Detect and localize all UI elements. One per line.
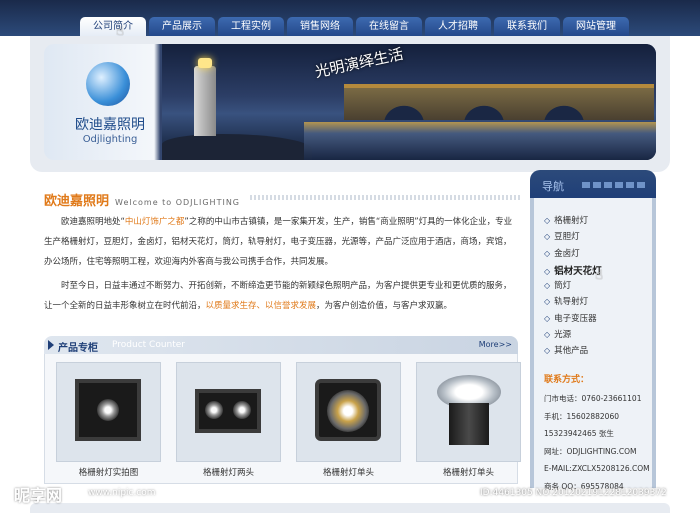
diamond-bullet-icon: ◇ — [544, 346, 551, 356]
banner: 欧迪嘉照明 Odjlighting 光明演绎生活 — [44, 44, 656, 160]
contact-mobile: 手机：15602882060 — [544, 411, 619, 421]
tab-company-profile[interactable]: 公司简介 — [80, 17, 146, 36]
product-card[interactable]: 格栅射灯单头 — [296, 362, 401, 478]
sidebar-item[interactable]: ◇ 筒灯 — [544, 279, 644, 295]
intro-divider — [250, 195, 520, 200]
logo-bulb-icon — [86, 62, 130, 106]
lighthouse-light — [198, 58, 212, 68]
lamp-icon — [195, 389, 261, 433]
downlight-body-icon — [449, 403, 489, 445]
intro-title: 欧迪嘉照明 — [44, 194, 110, 209]
sidebar-item[interactable]: ◇ 铝材天花灯 — [544, 263, 644, 279]
product-label[interactable]: 格栅射灯两头 — [176, 466, 281, 478]
contact-website[interactable]: 网址：ODJLIGHTING.COM — [544, 443, 652, 461]
sidebar-item[interactable]: ◇ 金卤灯 — [544, 247, 644, 263]
sidebar-dots — [582, 182, 645, 188]
logo-english-name: Odjlighting — [82, 134, 138, 145]
product-image[interactable] — [416, 362, 521, 462]
intro-paragraph-1: 欧迪嘉照明地处“中山灯饰广之都”之称的中山市古镇镇，是一家集开发，生产，销售“商… — [44, 212, 519, 272]
sidebar-item-label: 电子变压器 — [554, 313, 597, 324]
lamp-eye-icon — [205, 401, 223, 419]
lamp-icon — [315, 379, 381, 441]
diamond-bullet-icon: ◇ — [544, 330, 551, 340]
product-image[interactable] — [296, 362, 401, 462]
products-header: 产品专柜 Product Counter More>> — [44, 336, 518, 354]
tab-products[interactable]: 产品展示 — [149, 17, 215, 36]
diamond-bullet-icon: ◇ — [544, 232, 551, 242]
sidebar-item-label: 其他产品 — [554, 346, 589, 357]
intro-text: ，为客户创造价值，与客户求双赢。 — [316, 301, 453, 311]
tab-admin[interactable]: 网站管理 — [563, 17, 629, 36]
contact-mobile-2: 15323942465 张生 — [544, 429, 614, 438]
diamond-bullet-icon: ◇ — [544, 266, 551, 276]
sidebar-item-label: 轨导射灯 — [554, 297, 589, 308]
product-card[interactable]: 格栅射灯单头 — [416, 362, 521, 478]
intro-heading: 欧迪嘉照明 Welcome to ODJLIGHTING — [44, 190, 240, 209]
diamond-bullet-icon: ◇ — [544, 281, 551, 291]
logo-name: 欧迪嘉照明 — [75, 117, 145, 133]
diamond-bullet-icon: ◇ — [544, 248, 551, 258]
tab-contact[interactable]: 联系我们 — [494, 17, 560, 36]
footer-strip — [30, 503, 670, 513]
product-image[interactable] — [176, 362, 281, 462]
sidebar-category-list: ◇ 格栅射灯 ◇ 豆胆灯 ◇ 金卤灯 ◇ 铝材天花灯 ◇ 筒灯 ◇ 轨导射灯 ◇ 电子变压器 … — [544, 214, 644, 361]
diamond-bullet-icon: ◇ — [544, 216, 551, 225]
contact-title: 联系方式： — [544, 375, 590, 385]
tab-projects[interactable]: 工程实例 — [218, 17, 284, 36]
lamp-eye-icon — [97, 399, 119, 421]
sidebar-item[interactable]: ◇ 豆胆灯 — [544, 230, 644, 246]
product-card[interactable]: 格栅射灯两头 — [176, 362, 281, 478]
lighthouse — [194, 66, 216, 136]
watermark-site: 昵享网 — [14, 486, 63, 505]
product-image[interactable] — [56, 362, 161, 462]
lamp-icon — [75, 379, 141, 441]
sidebar-item[interactable]: ◇ 轨导射灯 — [544, 295, 644, 311]
sidebar-item[interactable]: ◇ 光源 — [544, 328, 644, 344]
product-card[interactable]: 格栅射灯实拍图 — [56, 362, 161, 478]
sidebar-item[interactable]: ◇ 格栅射灯 — [544, 214, 644, 230]
watermark-id: ID:4461305 NO:20120219122812039372 — [480, 488, 667, 498]
intro-slogan-link[interactable]: 以质量求生存、以信誉求发展 — [206, 301, 317, 311]
sidebar-item-label: 格栅射灯 — [554, 216, 589, 226]
hand-cursor-icon: ☝ — [595, 268, 603, 283]
contact-block: 联系方式： 门市电话：0760-23661101 手机：15602882060 … — [544, 372, 652, 495]
banner-water — [304, 122, 656, 160]
sidebar-title: 导航 — [542, 180, 564, 193]
arrow-right-icon — [48, 340, 54, 350]
lamp-eye-icon — [233, 401, 251, 419]
product-label[interactable]: 格栅射灯单头 — [416, 466, 521, 478]
intro-subtitle: Welcome to ODJLIGHTING — [115, 198, 241, 207]
tab-sales-network[interactable]: 销售网络 — [287, 17, 353, 36]
tab-messages[interactable]: 在线留言 — [356, 17, 422, 36]
watermark-url: www.nipic.com — [88, 488, 156, 498]
products-subtitle: Product Counter — [112, 340, 185, 350]
sidebar-item[interactable]: ◇ 其他产品 — [544, 344, 644, 360]
products-title: 产品专柜 — [58, 343, 98, 354]
intro-paragraph-2: 时至今日，日益丰通过不断努力、开拓创新，不断缔造更节能的新颖绿色照明产品，为客户… — [44, 276, 519, 316]
more-link[interactable]: More>> — [479, 340, 512, 349]
tab-jobs[interactable]: 人才招聘 — [425, 17, 491, 36]
sidebar-item-label: 光源 — [554, 330, 572, 341]
diamond-bullet-icon: ◇ — [544, 297, 551, 307]
sidebar-item[interactable]: ◇ 电子变压器 — [544, 312, 644, 328]
sidebar-item-label: 金卤灯 — [554, 248, 580, 259]
intro-text: 欧迪嘉照明地处“ — [61, 217, 125, 227]
sidebar-item-label: 筒灯 — [554, 281, 572, 292]
lamp-eye-icon — [327, 390, 369, 432]
intro-link[interactable]: 中山灯饰广之都 — [125, 217, 185, 227]
contact-email[interactable]: E-MAIL:ZXCLX5208126.COM — [544, 460, 652, 478]
main-nav: 公司简介 产品展示 工程实例 销售网络 在线留言 人才招聘 联系我们 网站管理 — [80, 17, 629, 36]
diamond-bullet-icon: ◇ — [544, 313, 551, 323]
contact-phone: 门市电话：0760-23661101 — [544, 394, 642, 403]
sidebar-header: 导航 — [530, 170, 656, 198]
product-label[interactable]: 格栅射灯单头 — [296, 466, 401, 478]
sidebar-item-label: 豆胆灯 — [554, 232, 580, 243]
banner-bridge — [344, 84, 654, 120]
product-label[interactable]: 格栅射灯实拍图 — [56, 466, 161, 478]
